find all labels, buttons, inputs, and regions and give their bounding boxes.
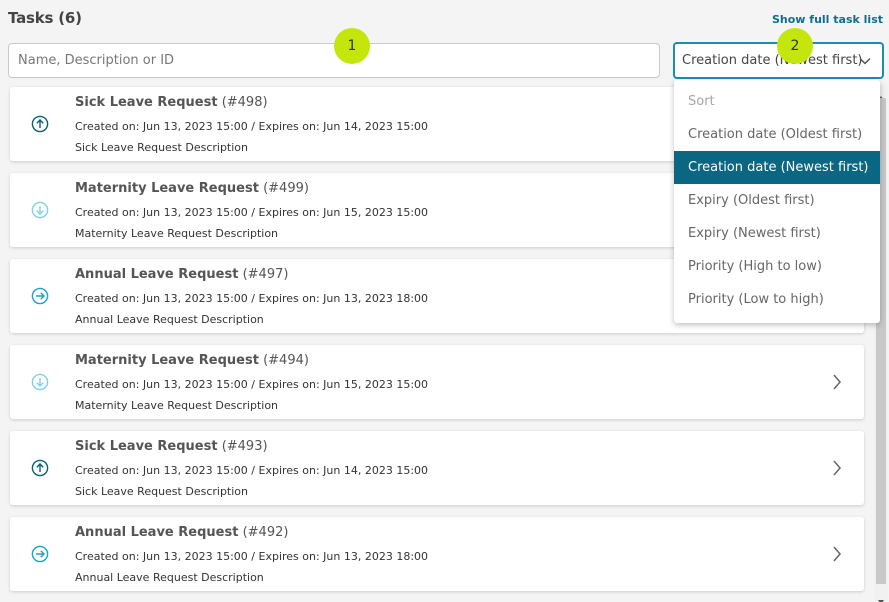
sort-option-expiry-oldest[interactable]: Expiry (Oldest first) — [674, 184, 880, 217]
chevron-right-icon — [832, 545, 842, 563]
task-dates: Created on: Jun 13, 2023 15:00 / Expires… — [75, 206, 429, 219]
chevron-down-icon — [858, 54, 872, 72]
show-full-task-list-link[interactable]: Show full task list — [772, 13, 883, 26]
chevron-right-icon — [832, 459, 842, 477]
scroll-down-icon[interactable] — [877, 591, 885, 602]
arrow-down-circle-icon — [31, 373, 49, 391]
task-dates: Created on: Jun 13, 2023 15:00 / Expires… — [75, 378, 429, 391]
sort-option-expiry-newest[interactable]: Expiry (Newest first) — [674, 217, 880, 250]
callout-badge-1: 1 — [334, 28, 370, 64]
callout-badge-2: 2 — [777, 28, 813, 64]
sort-option-creation-newest[interactable]: Creation date (Newest first) — [674, 151, 880, 184]
task-dates: Created on: Jun 13, 2023 15:00 / Expires… — [75, 550, 429, 563]
task-description: Annual Leave Request Description — [75, 313, 264, 326]
task-description: Sick Leave Request Description — [75, 141, 248, 154]
task-card[interactable]: Maternity Leave Request (#494) Created o… — [10, 345, 864, 419]
page-title: Tasks (6) — [8, 9, 82, 27]
chevron-right-icon — [832, 373, 842, 391]
task-id: (#492) — [242, 525, 289, 540]
task-dates: Created on: Jun 13, 2023 15:00 / Expires… — [75, 120, 429, 133]
task-description: Annual Leave Request Description — [75, 571, 264, 584]
arrow-up-circle-icon — [31, 115, 49, 133]
arrow-up-circle-icon — [31, 459, 49, 477]
sort-option-priority-low-high[interactable]: Priority (Low to high) — [674, 283, 880, 316]
task-description: Maternity Leave Request Description — [75, 399, 279, 412]
sort-select-value: Creation date (Newest first) — [682, 53, 863, 68]
task-card[interactable]: Sick Leave Request (#493) Created on: Ju… — [10, 431, 864, 505]
task-dates: Created on: Jun 13, 2023 15:00 / Expires… — [75, 292, 429, 305]
task-description: Maternity Leave Request Description — [75, 227, 279, 240]
arrow-down-circle-icon — [31, 201, 49, 219]
arrow-right-circle-icon — [31, 545, 49, 563]
task-id: (#494) — [263, 353, 309, 368]
sort-menu-header: Sort — [688, 94, 715, 109]
task-title: Maternity Leave Request — [75, 353, 259, 368]
task-id: (#499) — [263, 181, 309, 196]
task-card[interactable]: Annual Leave Request (#492) Created on: … — [10, 517, 864, 591]
task-title: Annual Leave Request — [75, 525, 239, 540]
task-title: Sick Leave Request — [75, 439, 218, 454]
arrow-right-circle-icon — [31, 287, 49, 305]
task-id: (#498) — [221, 95, 268, 110]
task-id: (#497) — [242, 267, 289, 282]
task-title: Annual Leave Request — [75, 267, 239, 282]
sort-option-creation-oldest[interactable]: Creation date (Oldest first) — [674, 118, 880, 151]
task-description: Sick Leave Request Description — [75, 485, 248, 498]
sort-dropdown-menu: Sort Creation date (Oldest first) Creati… — [674, 80, 880, 323]
task-id: (#493) — [221, 439, 268, 454]
sort-option-priority-high-low[interactable]: Priority (High to low) — [674, 250, 880, 283]
task-title: Maternity Leave Request — [75, 181, 259, 196]
tasks-panel: Tasks (6) Show full task list Creation d… — [0, 0, 889, 602]
task-title: Sick Leave Request — [75, 95, 218, 110]
task-dates: Created on: Jun 13, 2023 15:00 / Expires… — [75, 464, 429, 477]
